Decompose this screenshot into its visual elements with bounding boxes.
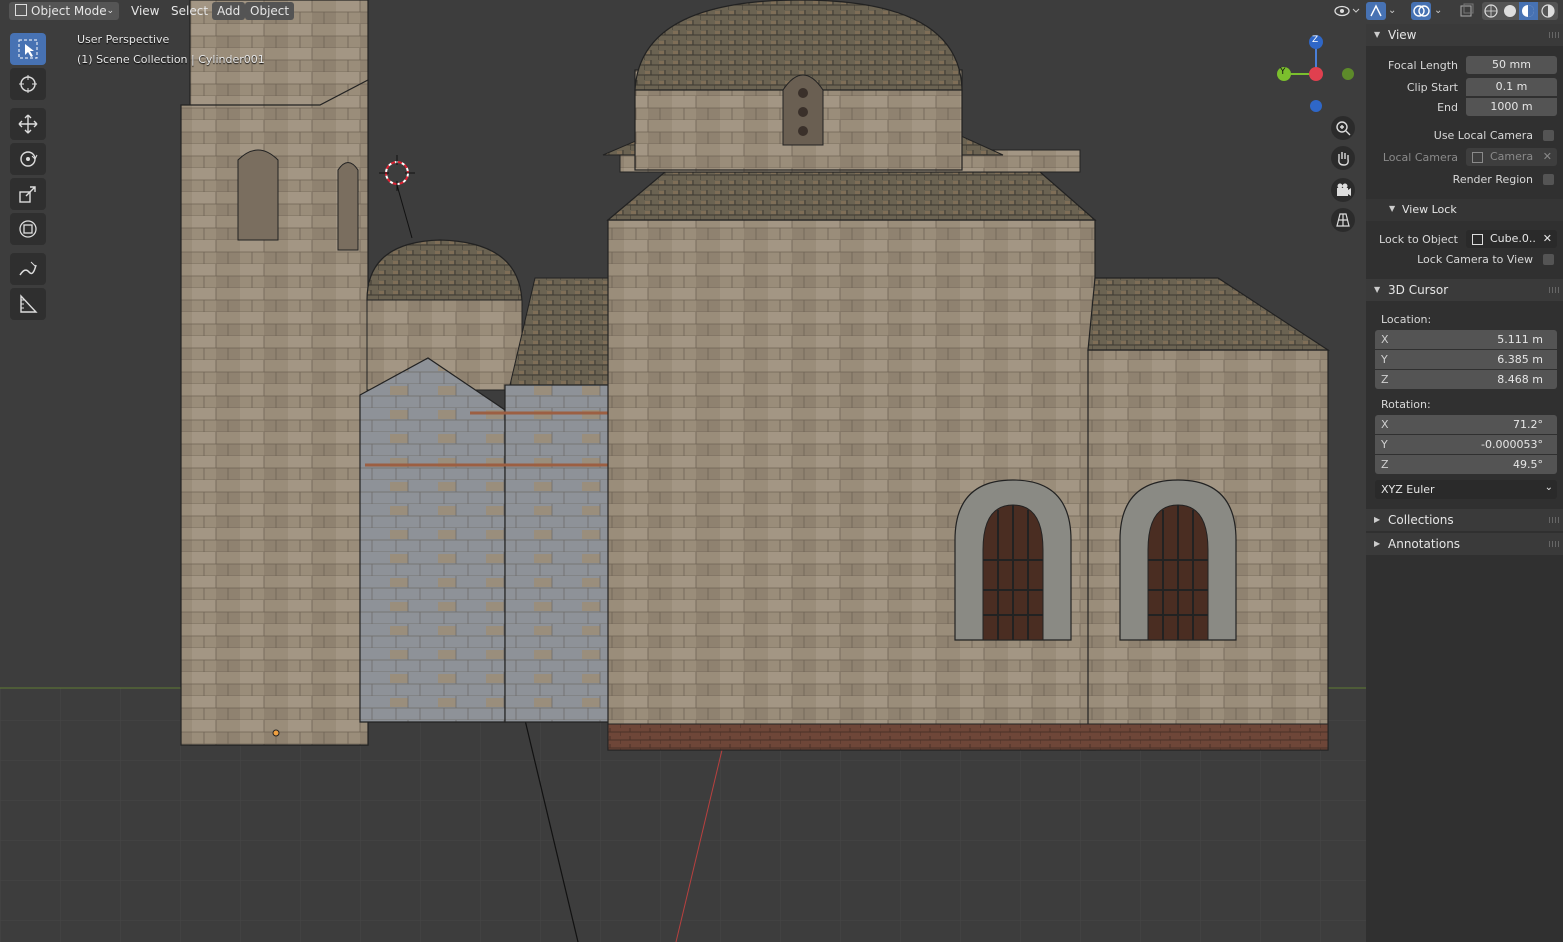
local-camera-field[interactable]: Camera ✕ <box>1466 148 1557 166</box>
location-y-field[interactable]: Y 6.385 m <box>1375 350 1557 369</box>
focal-length-label: Focal Length <box>1388 59 1458 72</box>
visibility-icon[interactable] <box>1333 2 1361 20</box>
grid-ortho-icon <box>1336 213 1350 227</box>
gizmo-z-label[interactable]: Z <box>1312 35 1318 45</box>
menu-select[interactable]: Select <box>166 2 213 20</box>
lock-to-object-field[interactable]: Cube.0.. ✕ <box>1466 230 1557 248</box>
perspective-label: User Perspective <box>77 33 170 46</box>
move-icon <box>18 114 38 134</box>
drag-grip-icon[interactable] <box>1549 287 1559 293</box>
use-local-camera-label: Use Local Camera <box>1433 129 1533 142</box>
render-region-label: Render Region <box>1452 173 1533 186</box>
camera-view-button[interactable] <box>1331 178 1355 202</box>
lock-camera-to-view-checkbox[interactable] <box>1543 254 1554 265</box>
location-z-field[interactable]: Z 8.468 m <box>1375 370 1557 389</box>
rotation-y-field[interactable]: Y -0.000053° <box>1375 435 1557 454</box>
collection-label: (1) Scene Collection | Cylinder001 <box>77 53 265 66</box>
render-region-checkbox[interactable] <box>1543 174 1554 185</box>
window-right <box>1119 479 1237 641</box>
drag-grip-icon[interactable] <box>1549 541 1559 547</box>
tool-annotate[interactable] <box>10 253 46 285</box>
clip-end-field[interactable]: 1000 m <box>1466 98 1557 116</box>
use-local-camera-checkbox[interactable] <box>1543 130 1554 141</box>
focal-length-field[interactable]: 50 mm <box>1466 56 1557 74</box>
scene-canvas[interactable] <box>0 0 1563 942</box>
gizmo-toggle-icon[interactable] <box>1366 2 1386 20</box>
local-camera-value: Camera <box>1490 150 1534 163</box>
collapse-triangle-icon: ▼ <box>1389 204 1396 213</box>
gizmo-y-label[interactable]: Y <box>1280 67 1286 77</box>
menu-view[interactable]: View <box>126 2 164 20</box>
tool-measure[interactable] <box>10 288 46 320</box>
clip-start-field[interactable]: 0.1 m <box>1466 78 1557 96</box>
lock-to-object-value: Cube.0.. <box>1490 232 1536 245</box>
navigation-gizmo <box>1277 35 1354 112</box>
collapse-triangle-icon: ▼ <box>1374 285 1381 294</box>
collections-panel-header[interactable]: ▶ Collections <box>1366 509 1563 531</box>
hand-pan-icon <box>1338 152 1349 166</box>
view-panel-header[interactable]: ▼ View <box>1366 24 1563 46</box>
drag-grip-icon[interactable] <box>1549 32 1559 38</box>
menu-object[interactable]: Object <box>245 2 295 20</box>
xray-icon[interactable] <box>1457 2 1475 20</box>
annotate-icon <box>19 261 37 276</box>
view-lock-title: View Lock <box>1402 203 1457 216</box>
local-camera-label: Local Camera <box>1382 151 1458 164</box>
measure-icon <box>20 294 38 313</box>
tool-rotate[interactable] <box>10 143 46 175</box>
zoom-icon <box>1336 121 1351 136</box>
pan-button[interactable] <box>1331 146 1355 170</box>
select-box-icon <box>18 39 38 59</box>
menu-add[interactable]: Add <box>212 2 246 20</box>
3d-cursor-panel-header[interactable]: ▼ 3D Cursor <box>1366 279 1563 301</box>
rotation-label: Rotation: <box>1381 398 1431 411</box>
3d-viewport[interactable]: Z Y <box>0 0 1563 942</box>
chevron-down-icon: ⌄ <box>1544 482 1553 493</box>
camera-icon <box>1337 183 1351 196</box>
shading-mode-group <box>1482 2 1558 20</box>
cube-object-icon <box>1472 234 1483 245</box>
tool-cursor[interactable] <box>10 68 46 100</box>
lock-camera-to-view-label: Lock Camera to View <box>1417 253 1533 266</box>
chevron-down-icon: ⌄ <box>106 6 114 16</box>
drag-grip-icon[interactable] <box>1549 517 1559 523</box>
rotation-x-field[interactable]: X 71.2° <box>1375 415 1557 434</box>
rotate-icon <box>20 151 38 167</box>
annotations-panel-header[interactable]: ▶ Annotations <box>1366 533 1563 555</box>
zoom-button[interactable] <box>1331 116 1355 140</box>
mode-dropdown[interactable]: Object Mode ⌄ <box>9 2 119 20</box>
transform-icon <box>19 220 37 238</box>
clear-x-icon[interactable]: ✕ <box>1543 230 1552 248</box>
tool-transform[interactable] <box>10 213 46 245</box>
location-x-field[interactable]: X 5.111 m <box>1375 330 1557 349</box>
cursor-icon <box>19 75 37 93</box>
scale-icon <box>19 186 36 203</box>
ortho-toggle-button[interactable] <box>1331 208 1355 232</box>
object-mode-icon <box>15 4 27 16</box>
mode-label: Object Mode <box>31 4 107 18</box>
expand-triangle-icon: ▶ <box>1374 515 1381 524</box>
chevron-down-icon[interactable]: ⌄ <box>1388 2 1400 20</box>
rotation-z-field[interactable]: Z 49.5° <box>1375 455 1557 474</box>
camera-object-icon <box>1472 152 1483 163</box>
collapse-triangle-icon: ▼ <box>1374 30 1381 39</box>
tool-select-box[interactable] <box>10 33 46 65</box>
rotation-mode-dropdown[interactable]: XYZ Euler ⌄ <box>1375 480 1557 499</box>
clip-start-label: Clip Start <box>1406 81 1458 94</box>
location-label: Location: <box>1381 313 1432 326</box>
window-left <box>954 479 1072 641</box>
clear-x-icon[interactable]: ✕ <box>1543 148 1552 166</box>
chevron-down-icon[interactable]: ⌄ <box>1434 2 1446 20</box>
tool-move[interactable] <box>10 108 46 140</box>
expand-triangle-icon: ▶ <box>1374 539 1381 548</box>
tool-scale[interactable] <box>10 178 46 210</box>
clip-end-label: End <box>1437 101 1458 114</box>
view-lock-header[interactable]: ▼ View Lock <box>1366 199 1563 221</box>
overlay-toggle-icon[interactable] <box>1411 2 1431 20</box>
lock-to-object-label: Lock to Object <box>1379 233 1458 246</box>
